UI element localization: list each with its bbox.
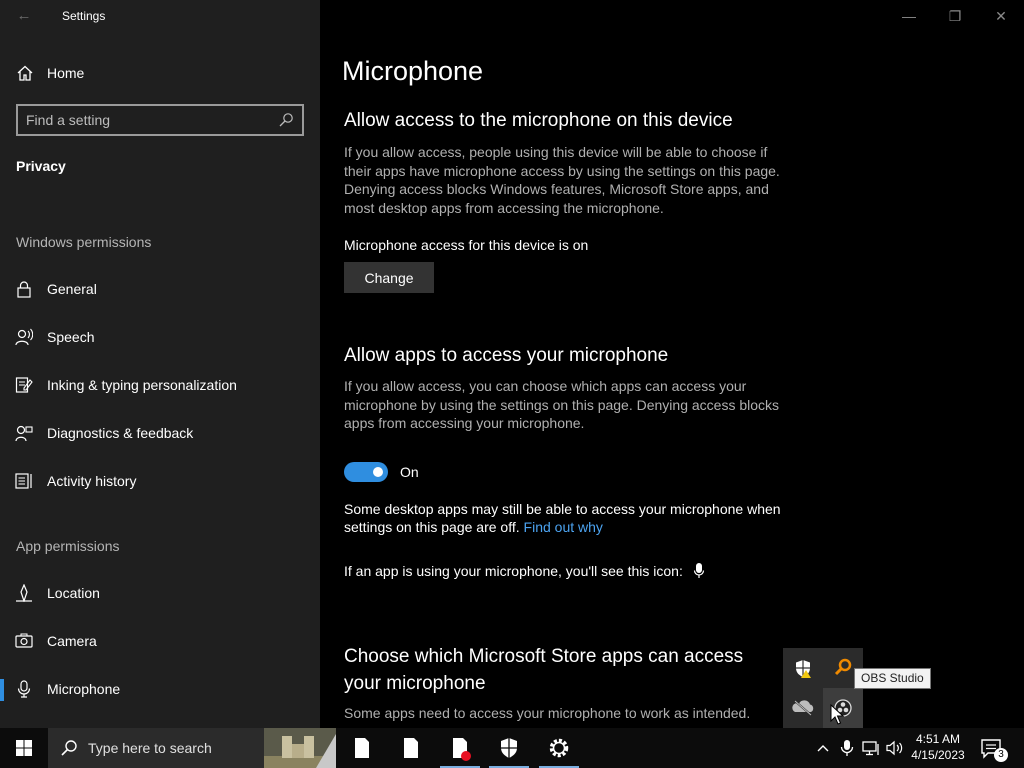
settings-content: — ❐ ✕ Microphone Allow access to the mic… [320,0,1024,728]
taskbar-app-windows-security[interactable] [485,728,533,768]
record-document-icon [453,738,471,761]
mic-icon-note: If an app is using your microphone, you'… [344,562,705,580]
store-apps-heading: Choose which Microsoft Store apps can ac… [344,646,744,694]
sidebar-item-general[interactable]: General [0,267,320,311]
apps-access-toggle[interactable] [344,462,388,482]
sidebar-item-microphone[interactable]: Microphone [0,667,320,711]
sidebar-item-inking-typing[interactable]: Inking & typing personalization [0,363,320,407]
sidebar-item-label: Inking & typing personalization [47,377,237,393]
sidebar-item-speech[interactable]: Speech [0,315,320,359]
shield-icon [501,738,517,758]
change-button[interactable]: Change [344,262,434,293]
sidebar-item-location[interactable]: Location [0,571,320,615]
find-setting-input[interactable] [26,111,276,129]
taskbar-search-placeholder: Type here to search [88,740,212,756]
microphone-in-use-icon[interactable] [837,738,857,758]
chevron-up-icon[interactable] [813,738,833,758]
obs-studio-tooltip: OBS Studio [854,668,931,689]
group-label-app-permissions: App permissions [16,538,120,554]
sidebar-item-label: Activity history [47,473,137,489]
taskbar-app-file-explorer-2[interactable] [387,728,435,768]
section-title-privacy: Privacy [16,158,66,174]
taskbar-clock[interactable]: 4:51 AM 4/15/2023 [906,731,970,763]
find-setting-search[interactable] [16,104,304,136]
gear-icon [549,738,569,758]
security-shield-warning-icon[interactable] [783,648,823,688]
back-button[interactable]: ← [10,6,38,26]
mouse-cursor-icon [830,704,844,725]
restore-button[interactable]: ❐ [932,0,978,32]
sidebar-item-label: Diagnostics & feedback [47,425,194,441]
sidebar-item-diagnostics-feedback[interactable]: Diagnostics & feedback [0,411,320,455]
desktop-apps-note: Some desktop apps may still be able to a… [344,500,794,536]
close-button[interactable]: ✕ [978,0,1024,32]
taskbar-search-box[interactable]: Type here to search [48,728,336,768]
start-button[interactable] [0,728,48,768]
camera-icon [15,633,33,648]
group-label-windows-permissions: Windows permissions [16,234,152,250]
settings-sidebar: ← Settings Home Privacy Windows permissi… [0,0,320,728]
action-center-button[interactable]: 3 [978,736,1008,762]
document-icon [355,738,369,758]
sidebar-item-label: Location [47,585,100,601]
microphone-in-use-icon [693,563,704,578]
location-icon [16,584,32,602]
active-indicator [0,679,4,701]
search-highlight-cathedral-icon [264,728,336,768]
onedrive-offline-icon[interactable] [783,688,823,728]
sidebar-item-label: Camera [47,633,97,649]
device-access-status: Microphone access for this device is on [344,237,589,253]
sidebar-item-camera[interactable]: Camera [0,619,320,663]
mic-icon-note-text: If an app is using your microphone, you'… [344,563,683,579]
toggle-state-label: On [400,464,419,480]
device-access-description: If you allow access, people using this d… [344,144,780,216]
apps-access-heading: Allow apps to access your microphone [344,345,669,366]
minimize-button[interactable]: — [886,0,932,32]
window-controls: — ❐ ✕ [886,0,1024,32]
notification-count-badge: 3 [994,748,1008,762]
microphone-icon [17,680,31,698]
taskbar: Type here to search 4:51 AM 4/15/2023 3 [0,728,1024,768]
tray-overflow-flyout [783,648,863,728]
home-icon [17,65,33,81]
taskbar-app-recorder[interactable] [436,728,484,768]
document-icon [404,738,418,758]
speech-icon [15,328,33,346]
diagnostics-icon [15,425,33,442]
clock-date: 4/15/2023 [911,748,965,762]
lock-icon [17,281,31,298]
toggle-knob [373,467,383,477]
clock-time: 4:51 AM [915,732,961,746]
sidebar-item-label: Speech [47,329,95,345]
device-access-heading: Allow access to the microphone on this d… [344,110,733,131]
sidebar-item-label: Microphone [47,681,121,697]
page-title: Microphone [342,56,484,86]
volume-icon[interactable] [885,738,905,758]
title-bar: ← Settings [0,0,320,32]
store-apps-description: Some apps need to access your microphone… [344,705,751,721]
nav-home[interactable]: Home [0,56,320,90]
taskbar-app-settings[interactable] [535,728,583,768]
search-icon [61,740,77,756]
taskbar-app-file-explorer-1[interactable] [338,728,386,768]
find-out-why-link[interactable]: Find out why [524,519,603,535]
inking-icon [15,377,33,393]
activity-icon [15,473,32,489]
search-icon[interactable] [278,112,294,128]
apps-access-description: If you allow access, you can choose whic… [344,378,780,431]
app-title: Settings [62,9,106,23]
nav-home-label: Home [47,65,85,81]
sidebar-item-activity-history[interactable]: Activity history [0,459,320,503]
network-icon[interactable] [861,738,881,758]
sidebar-item-label: General [47,281,97,297]
